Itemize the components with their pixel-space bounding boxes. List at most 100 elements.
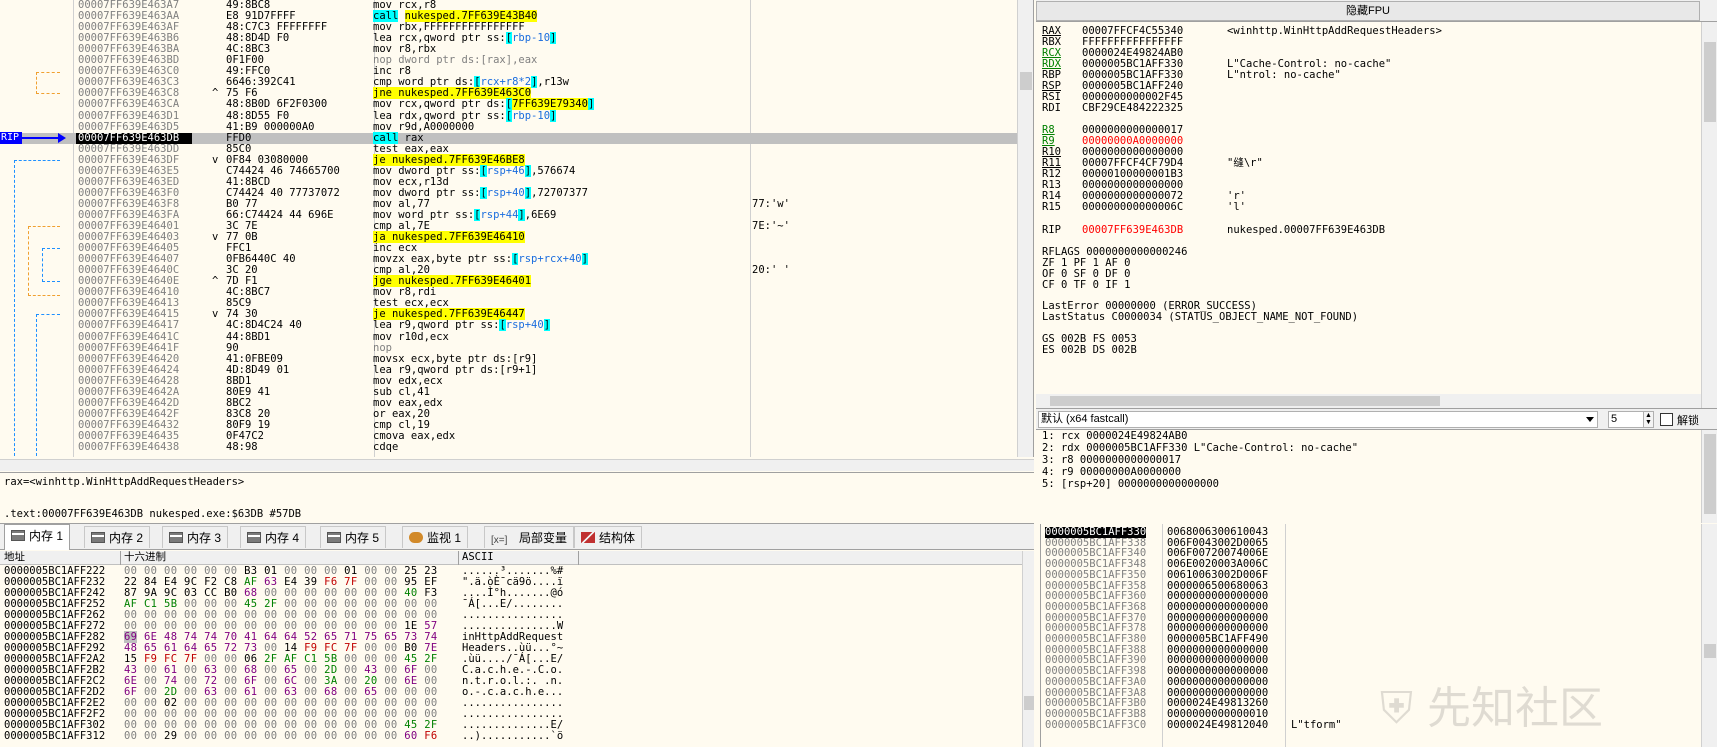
tab-locals-7[interactable]: [x=] 局部变量 — [484, 526, 575, 548]
tab-memory-1[interactable]: 内存 1 — [4, 524, 71, 550]
registers-pane[interactable]: RAX 00007FFCF4C55340 <winhttp.WinHttpAddRe… — [1036, 22, 1701, 394]
instruction-row[interactable]: 00007FF639E463D5 41:B9 000000A0 mov r9d,A0… — [0, 121, 1018, 133]
scrollbar-thumb[interactable] — [1024, 696, 1034, 710]
instruction-row[interactable]: 00007FF639E463CA 48:8B0D 6F2F0300 mov rcx,… — [0, 98, 1018, 111]
instruction-token: ] — [543, 319, 551, 332]
hide-fpu-button[interactable]: 隐藏FPU — [1036, 1, 1700, 21]
instruction-text[interactable]: mov r10d,ecx — [373, 331, 748, 343]
tab-memory-4[interactable]: 内存 4 — [240, 526, 307, 548]
instruction-row[interactable]: 00007FF639E463DB FFD0 call rax — [0, 131, 1018, 144]
register-rdi[interactable]: RDI CBF29CE484222325 — [1042, 102, 1227, 114]
argument-row[interactable]: 4: r9 00000000A0000000 — [1036, 466, 1701, 478]
column-header-address[interactable]: 地址 — [4, 551, 25, 564]
instruction-address[interactable]: 00007FF639E4641C — [78, 331, 194, 343]
tab-memory-2[interactable]: 内存 2 — [84, 526, 151, 548]
scrollbar-thumb[interactable] — [1020, 72, 1032, 90]
instruction-text[interactable]: mov r9d,A0000000 — [373, 121, 748, 133]
dump-ascii[interactable]: ..)...........`ö — [462, 731, 563, 742]
instruction-token: rsp+rcx+40 — [518, 253, 582, 266]
instruction-token: rsp+40 — [486, 186, 525, 199]
dump-vertical-scrollbar[interactable] — [1022, 551, 1034, 747]
instruction-address[interactable]: 00007FF639E46438 — [78, 442, 194, 453]
instruction-row[interactable]: 00007FF639E463D1 48:8D55 F0 lea rdx,qword … — [0, 109, 1018, 122]
tab-memory-5[interactable]: 内存 5 — [320, 526, 387, 548]
memory-icon — [11, 530, 25, 541]
scrollbar-thumb[interactable] — [1704, 42, 1716, 122]
instruction-bytes: 90 — [226, 341, 239, 354]
tab-watch-6[interactable]: 监视 1 — [402, 526, 469, 548]
hex-byte: 00 — [204, 730, 218, 742]
instruction-address[interactable]: 00007FF639E463D5 — [78, 121, 194, 133]
hex-byte: 00 — [184, 730, 198, 742]
memory-icon — [247, 532, 261, 543]
disassembly-vertical-scrollbar[interactable] — [1017, 0, 1033, 457]
instruction-text[interactable]: cdqe — [373, 442, 748, 453]
instruction-address[interactable]: 00007FF639E463CA — [78, 99, 194, 110]
instruction-text[interactable]: test eax,eax — [373, 143, 748, 155]
segment-registers-2[interactable]: ES 002B DS 002B — [1042, 344, 1137, 356]
argument-row[interactable]: 3: r8 0000000000000017 — [1036, 454, 1701, 466]
instruction-bytes: 85C0 — [226, 142, 252, 155]
branch-line-icon — [36, 314, 60, 456]
tab-label: 内存 5 — [345, 531, 380, 545]
disassembly-pane[interactable]: 00007FF639E463A7 49:8BC8 mov rcx,r8 00007FF… — [0, 0, 1034, 457]
column-header-ascii[interactable]: ASCII — [462, 551, 494, 564]
stack-value[interactable]: 0000024E49812040 — [1167, 719, 1268, 731]
scrollbar-thumb[interactable] — [1050, 396, 1440, 406]
stack-vertical-scrollbar[interactable] — [1701, 524, 1717, 747]
argument-count-spinner[interactable]: 5 ▲ ▼ — [1608, 411, 1654, 428]
argument-row[interactable]: 2: rdx 0000005BC1AFF330 L"Cache-Control:… — [1036, 442, 1701, 454]
memory-dump-pane[interactable]: 地址 十六进制 ASCII 0000005BC1AFF222 00 00 00 0… — [0, 551, 1022, 747]
registers-horizontal-scrollbar[interactable] — [1036, 394, 1701, 408]
registers-vertical-scrollbar[interactable] — [1701, 22, 1717, 408]
branch-arrow-icon — [36, 72, 60, 94]
hex-byte: 00 — [244, 730, 258, 742]
unlock-checkbox[interactable] — [1660, 413, 1673, 426]
column-header-hex[interactable]: 十六进制 — [124, 551, 166, 564]
instruction-address[interactable]: 00007FF639E463DB — [76, 132, 192, 144]
dump-address[interactable]: 0000005BC1AFF312 — [4, 731, 105, 742]
flags-row-3[interactable]: CF 0 TF 0 IF 1 — [1042, 279, 1131, 291]
instruction-address[interactable]: 00007FF639E46424 — [78, 364, 194, 376]
calling-convention-bar: 默认 (x64 fastcall) 5 ▲ ▼ 解锁 — [1036, 408, 1717, 430]
arguments-vertical-scrollbar[interactable] — [1701, 430, 1717, 523]
register-value[interactable]: 000000000000006C — [1082, 201, 1227, 213]
instruction-row[interactable]: 00007FF639E46438 48:98 cdqe — [0, 442, 1018, 453]
argument-row[interactable]: 1: rcx 0000024E49824AB0 — [1036, 430, 1701, 442]
instruction-address[interactable]: 00007FF639E463DD — [78, 143, 194, 155]
instruction-row[interactable]: 00007FF639E4641C 44:8BD1 mov r10d,ecx — [0, 331, 1018, 343]
register-name: RDI — [1042, 102, 1061, 114]
argument-row[interactable]: 5: [rsp+20] 0000000000000000 — [1036, 478, 1701, 490]
instruction-comment: 20:' ' — [752, 264, 790, 277]
instruction-comment: 7E:'~' — [752, 220, 790, 232]
register-value: 00007FF639E463DB — [1082, 224, 1184, 236]
instruction-text[interactable]: nop dword ptr ds:[rax],eax — [373, 55, 748, 66]
stack-address[interactable]: 0000005BC1AFF3C0 — [1045, 719, 1146, 731]
watermark-text: 先知社区 — [1427, 683, 1603, 734]
calling-convention-select[interactable]: 默认 (x64 fastcall) — [1038, 411, 1598, 428]
instruction-address[interactable]: 00007FF639E463D1 — [78, 110, 194, 122]
instruction-token: ] — [550, 32, 557, 45]
dump-row[interactable]: 0000005BC1AFF312 00 00 29 00 00 00 00 00 … — [0, 731, 1022, 742]
instruction-address[interactable]: 00007FF639E46420 — [78, 353, 194, 365]
instruction-address[interactable]: 00007FF639E4641F — [78, 342, 194, 354]
register-value[interactable]: CBF29CE484222325 — [1082, 102, 1227, 114]
scrollbar-thumb[interactable] — [1704, 644, 1716, 658]
register-r15[interactable]: R15 000000000000006C'l' — [1042, 201, 1246, 213]
watermark-logo: ⛨ 先知社区 — [1380, 683, 1603, 734]
spinner-arrows-icon[interactable]: ▲ ▼ — [1643, 412, 1653, 427]
instruction-text[interactable]: cmova eax,edx — [373, 430, 748, 442]
arguments-list[interactable]: 1: rcx 0000024E49824AB0 2: rdx 0000005BC1… — [1036, 430, 1701, 523]
info-line-location: .text:00007FF639E463DB nukesped.exe:$63D… — [4, 508, 302, 520]
instruction-token: cdqe — [373, 441, 399, 453]
scrollbar-thumb[interactable] — [1704, 434, 1716, 514]
disassembly-horizontal-scrollbar[interactable] — [0, 459, 1034, 471]
dump-hex-bytes[interactable]: 00 00 29 00 00 00 00 00 00 00 00 00 00 0… — [124, 731, 438, 742]
branch-arrow-icon — [42, 248, 60, 282]
tab-memory-3[interactable]: 内存 3 — [162, 526, 229, 548]
register-rip[interactable]: RIP 00007FF639E463DB nukesped.00007FF639E4… — [1042, 224, 1385, 236]
tab-struct-8[interactable]: 结构体 — [574, 526, 643, 548]
instruction-text[interactable]: ja nukesped.7FF639E46410 — [373, 231, 748, 244]
instruction-row[interactable]: 00007FF639E46417 4C:8D4C24 40 lea r9,qword… — [0, 319, 1018, 332]
instruction-address[interactable]: 00007FF639E46417 — [78, 320, 194, 331]
